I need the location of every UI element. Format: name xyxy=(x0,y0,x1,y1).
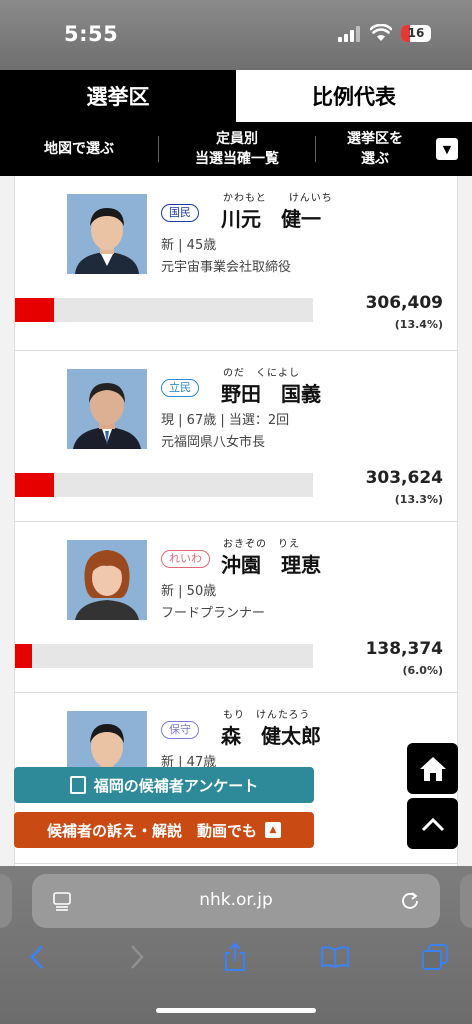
vote-count: 138,374 xyxy=(365,639,443,659)
vote-bar-fill xyxy=(15,298,54,322)
home-indicator xyxy=(156,1008,316,1013)
family-name: 沖園 xyxy=(221,553,261,577)
status-bar: 5:55 16 xyxy=(0,0,472,70)
vote-bar-fill xyxy=(15,644,33,668)
home-icon xyxy=(419,756,446,781)
browser-toolbar: nhk.or.jp xyxy=(0,866,472,1024)
candidate-card[interactable]: 立民 のだ くによし 野田 国義 現 | 67歳 | 当選：2回 元福岡県八女市… xyxy=(15,351,457,522)
back-icon xyxy=(30,945,43,969)
vote-bar xyxy=(15,473,313,497)
forward-button[interactable] xyxy=(122,942,152,972)
vote-percentage: (13.4%) xyxy=(394,318,443,331)
party-badge: 国民 xyxy=(161,204,199,222)
scroll-top-button[interactable] xyxy=(407,798,458,849)
wifi-icon xyxy=(369,23,393,42)
seats-label-line1: 定員別 xyxy=(216,131,258,147)
bookmarks-button[interactable] xyxy=(320,942,350,972)
candidate-photo xyxy=(67,194,147,274)
play-icon: ▲ xyxy=(265,822,281,838)
vote-bar xyxy=(15,644,313,668)
election-tabs: 選挙区 比例代表 xyxy=(0,70,472,122)
tab-district[interactable]: 選挙区 xyxy=(0,70,236,122)
candidate-photo xyxy=(67,540,147,620)
candidate-info: 新 | 45歳 xyxy=(161,238,217,253)
district-label-line2: 選ぶ xyxy=(361,151,389,167)
party-badge: 保守 xyxy=(161,721,199,739)
candidate-name: 川元 健一 xyxy=(221,203,321,232)
next-tab-preview[interactable] xyxy=(460,874,472,928)
candidate-video-banner[interactable]: 候補者の訴え・解説 動画でも ▲ xyxy=(14,812,314,848)
candidate-card[interactable]: れいわ おきぞの りえ 沖園 理恵 新 | 50歳 フードプランナー 138,3… xyxy=(15,522,457,693)
battery-level: 16 xyxy=(407,26,425,40)
given-name: 国義 xyxy=(281,382,321,406)
name-reading: かわもと けんいち xyxy=(223,189,333,204)
given-name: 健太郎 xyxy=(261,724,321,748)
family-name: 野田 xyxy=(221,382,261,406)
family-name: 川元 xyxy=(221,207,261,231)
candidate-info: 現 | 67歳 | 当選：2回 xyxy=(161,413,290,428)
clock: 5:55 xyxy=(64,22,119,46)
seats-winners-link[interactable]: 定員別 当選当確一覧 xyxy=(159,122,315,176)
given-name: 理恵 xyxy=(281,553,321,577)
name-reading: のだ くによし xyxy=(223,364,300,379)
sub-navigation: 地図で選ぶ 定員別 当選当確一覧 選挙区を 選ぶ ▼ xyxy=(0,122,472,176)
tabs-button[interactable] xyxy=(420,942,450,972)
candidate-career: 元宇宙事業会社取締役 xyxy=(161,260,292,275)
given-name: 健一 xyxy=(281,207,321,231)
video-label: 候補者の訴え・解説 動画でも xyxy=(46,821,257,840)
candidate-status: 現 xyxy=(161,413,175,428)
candidate-card[interactable]: 国民 かわもと けんいち 川元 健一 新 | 45歳 元宇宙事業会社取締役 30… xyxy=(15,176,457,351)
candidate-name: 森 健太郎 xyxy=(221,720,321,749)
vote-bar xyxy=(15,298,313,322)
survey-icon xyxy=(69,776,86,794)
district-select-link[interactable]: 選挙区を 選ぶ xyxy=(316,122,434,176)
back-button[interactable] xyxy=(22,942,52,972)
reload-icon[interactable] xyxy=(400,891,420,911)
candidate-survey-banner[interactable]: 福岡の候補者アンケート xyxy=(14,767,314,803)
name-reading: おきぞの りえ xyxy=(223,535,300,550)
candidate-status: 新 xyxy=(161,584,175,599)
candidate-wins: 当選：2回 xyxy=(228,413,290,428)
url-text: nhk.or.jp xyxy=(199,890,273,910)
candidate-career: 元福岡県八女市長 xyxy=(161,435,266,450)
share-icon xyxy=(225,942,245,971)
vote-percentage: (13.3%) xyxy=(394,493,443,506)
vote-bar-fill xyxy=(15,473,54,497)
tab-proportional[interactable]: 比例代表 xyxy=(236,70,472,122)
party-badge: れいわ xyxy=(161,550,210,568)
seats-label-line2: 当選当確一覧 xyxy=(195,151,279,167)
candidate-list: 国民 かわもと けんいち 川元 健一 新 | 45歳 元宇宙事業会社取締役 30… xyxy=(14,176,458,866)
candidate-photo xyxy=(67,369,147,449)
chevron-down-icon[interactable]: ▼ xyxy=(436,138,458,160)
vote-count: 303,624 xyxy=(365,468,443,488)
survey-label: 福岡の候補者アンケート xyxy=(93,776,259,795)
candidate-info: 新 | 50歳 xyxy=(161,584,217,599)
previous-tab-preview[interactable] xyxy=(0,874,12,928)
share-button[interactable] xyxy=(220,942,250,972)
home-button[interactable] xyxy=(407,743,458,794)
bookmarks-icon xyxy=(321,946,349,969)
family-name: 森 xyxy=(221,724,241,748)
address-bar[interactable]: nhk.or.jp xyxy=(32,874,440,928)
signal-icon xyxy=(338,26,360,42)
party-badge: 立民 xyxy=(161,379,199,397)
candidate-age: 50歳 xyxy=(186,584,217,599)
district-label-line1: 選挙区を xyxy=(347,131,403,147)
forward-icon xyxy=(131,945,144,969)
candidate-age: 45歳 xyxy=(186,238,217,253)
vote-count: 306,409 xyxy=(365,293,443,313)
name-reading: もり けんたろう xyxy=(223,706,310,721)
candidate-name: 野田 国義 xyxy=(221,378,321,407)
candidate-status: 新 xyxy=(161,238,175,253)
vote-percentage: (6.0%) xyxy=(402,664,443,677)
tabs-icon xyxy=(422,944,448,970)
candidate-age: 67歳 xyxy=(186,413,217,428)
battery-icon: 16 xyxy=(401,25,431,42)
candidate-career: フードプランナー xyxy=(161,606,266,621)
candidate-name: 沖園 理恵 xyxy=(221,549,321,578)
chevron-up-icon xyxy=(421,817,444,831)
map-select-link[interactable]: 地図で選ぶ xyxy=(0,122,158,176)
